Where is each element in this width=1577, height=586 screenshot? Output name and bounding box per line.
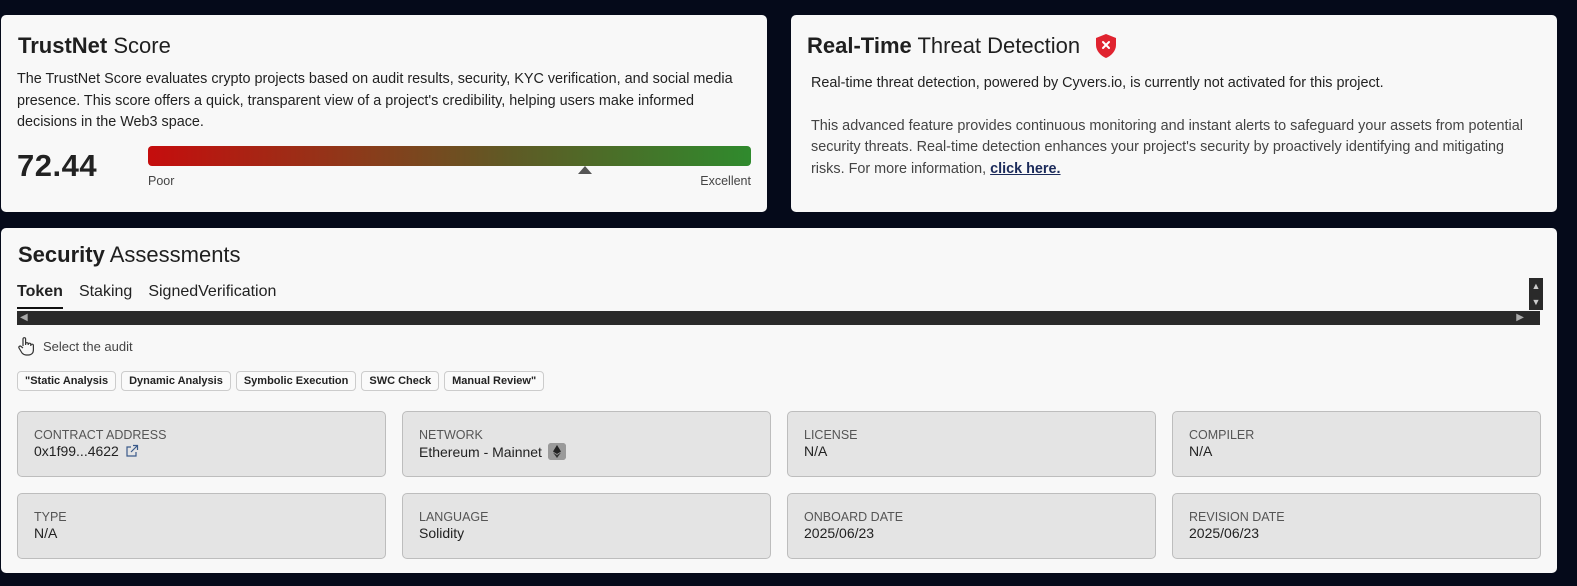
network-box: NETWORK Ethereum - Mainnet <box>402 411 771 477</box>
type-box: TYPE N/A <box>17 493 386 559</box>
ethereum-icon <box>547 443 566 460</box>
assessments-title: Security Assessments <box>18 242 241 267</box>
score-value: 72.44 <box>17 148 98 183</box>
shield-x-icon <box>1096 34 1117 58</box>
language-box: LANGUAGE Solidity <box>402 493 771 559</box>
field-label: LICENSE <box>804 428 858 442</box>
contract-address-box: CONTRACT ADDRESS 0x1f99...4622 <box>17 411 386 477</box>
select-audit-label: Select the audit <box>43 338 133 354</box>
type-value: N/A <box>34 525 58 541</box>
scroll-right-icon[interactable]: ▶ <box>1516 312 1524 323</box>
compiler-value: N/A <box>1189 443 1213 459</box>
scroll-down-icon[interactable]: ▼ <box>1529 294 1543 310</box>
language-value: Solidity <box>419 525 465 541</box>
field-label: REVISION DATE <box>1189 510 1285 524</box>
revision-date-box: REVISION DATE 2025/06/23 <box>1172 493 1541 559</box>
score-gauge <box>148 146 751 166</box>
field-label: COMPILER <box>1189 428 1255 442</box>
field-label: ONBOARD DATE <box>804 510 904 524</box>
scroll-up-icon[interactable]: ▲ <box>1529 278 1543 294</box>
license-value: N/A <box>804 443 828 459</box>
click-here-link[interactable]: click here. <box>990 161 1060 177</box>
trustnet-score-card: TrustNet Score The TrustNet Score evalua… <box>1 15 767 212</box>
field-value: 0x1f99...4622 <box>34 443 369 459</box>
tab-signedverification[interactable]: SignedVerification <box>148 283 276 309</box>
chip-swc-check[interactable]: SWC Check <box>361 371 440 391</box>
tab-staking[interactable]: Staking <box>79 283 132 309</box>
chip-static-analysis[interactable]: "Static Analysis <box>17 371 117 391</box>
chip-symbolic-execution[interactable]: Symbolic Execution <box>235 371 357 391</box>
gauge-marker-icon <box>577 166 592 174</box>
chip-dynamic-analysis[interactable]: Dynamic Analysis <box>121 371 231 391</box>
onboard-date-box: ONBOARD DATE 2025/06/23 <box>787 493 1156 559</box>
contract-address-value[interactable]: 0x1f99...4622 <box>34 443 119 459</box>
field-label: LANGUAGE <box>419 510 489 524</box>
chip-manual-review[interactable]: Manual Review" <box>444 371 545 391</box>
assessment-tabs: Token Staking SignedVerification <box>17 283 276 309</box>
tab-token[interactable]: Token <box>17 283 63 309</box>
audit-type-chips: "Static Analysis Dynamic Analysis Symbol… <box>17 371 545 391</box>
revision-date-value: 2025/06/23 <box>1189 525 1260 541</box>
threat-detection-card: Real-Time Threat Detection Real-time thr… <box>791 15 1557 212</box>
trustnet-title: TrustNet Score <box>18 33 171 58</box>
field-label: NETWORK <box>419 428 483 442</box>
select-audit-hint: Select the audit <box>17 336 133 356</box>
horizontal-scrollbar[interactable]: ◀ ▶ <box>17 311 1540 325</box>
gauge-high-label: Excellent <box>700 174 751 188</box>
threat-info-text: This advanced feature provides continuou… <box>811 117 1523 178</box>
scroll-left-icon[interactable]: ◀ <box>20 312 28 323</box>
network-value: Ethereum - Mainnet <box>419 443 542 460</box>
gauge-low-label: Poor <box>148 174 175 188</box>
external-link-icon[interactable] <box>125 444 139 458</box>
vertical-scrollbar[interactable]: ▲ ▼ <box>1529 278 1543 310</box>
score-row: 72.44 Poor Excellent <box>17 146 751 196</box>
field-label: CONTRACT ADDRESS <box>34 428 167 442</box>
onboard-date-value: 2025/06/23 <box>804 525 875 541</box>
field-value: Ethereum - Mainnet <box>419 443 754 460</box>
pointer-hand-icon <box>18 337 34 356</box>
contract-info-grid: CONTRACT ADDRESS 0x1f99...4622 NETWORK E… <box>17 411 1541 559</box>
compiler-box: COMPILER N/A <box>1172 411 1541 477</box>
field-label: TYPE <box>34 510 67 524</box>
security-assessments-card: Security Assessments Token Staking Signe… <box>1 228 1557 573</box>
threat-title: Real-Time Threat Detection <box>807 33 1081 58</box>
trustnet-description: The TrustNet Score evaluates crypto proj… <box>17 71 733 130</box>
threat-status-text: Real-time threat detection, powered by C… <box>811 75 1384 91</box>
license-box: LICENSE N/A <box>787 411 1156 477</box>
